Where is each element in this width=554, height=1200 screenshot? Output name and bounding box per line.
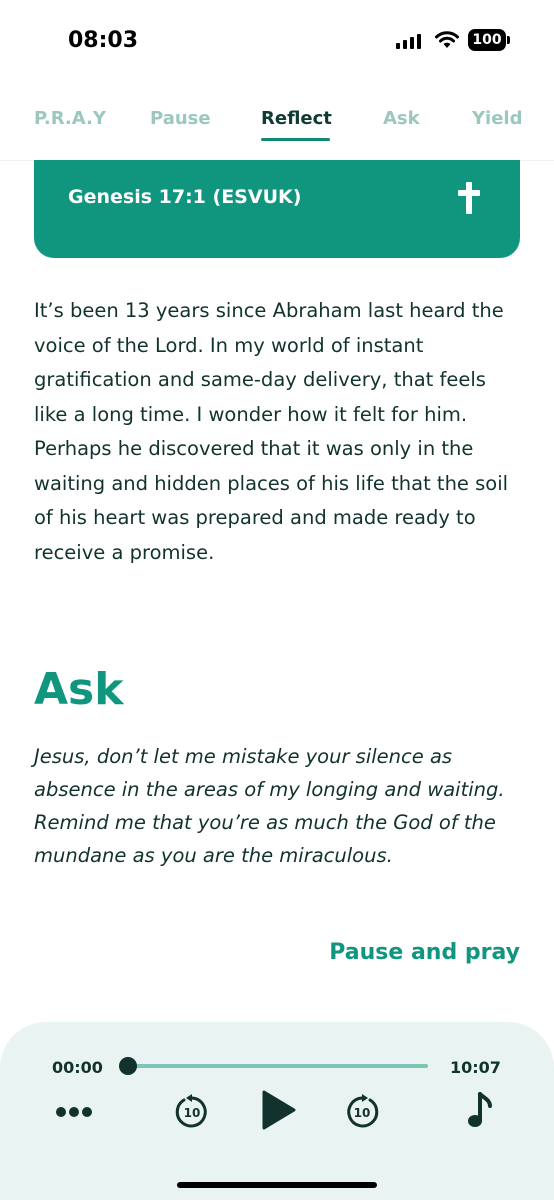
home-indicator bbox=[177, 1182, 377, 1188]
rewind-10-icon[interactable]: 10 bbox=[174, 1094, 210, 1130]
play-icon[interactable] bbox=[262, 1090, 296, 1130]
reflection-paragraph: It’s been 13 years since Abraham last he… bbox=[34, 299, 509, 564]
active-tab-indicator bbox=[261, 138, 330, 141]
battery-level: 100 bbox=[472, 32, 502, 48]
tab-yield[interactable]: Yield bbox=[472, 108, 522, 129]
battery-tip bbox=[507, 36, 510, 44]
clock: 08:03 bbox=[68, 28, 139, 53]
wifi-icon bbox=[435, 31, 459, 48]
duration: 10:07 bbox=[450, 1058, 501, 1077]
pause-and-pray-link[interactable]: Pause and pray bbox=[329, 940, 520, 965]
progress-track[interactable] bbox=[128, 1064, 428, 1068]
progress-knob[interactable] bbox=[119, 1057, 137, 1075]
scripture-reference: Genesis 17:1 (ESVUK) bbox=[68, 186, 302, 208]
tab-pause[interactable]: Pause bbox=[150, 108, 211, 129]
section-tabs: P.R.A.Y Pause Reflect Ask Yield bbox=[0, 80, 554, 161]
scripture-card[interactable]: Genesis 17:1 (ESVUK) bbox=[34, 160, 520, 258]
forward-seconds-label: 10 bbox=[354, 1106, 371, 1120]
audio-player: 00:00 10:07 10 10 bbox=[0, 1022, 554, 1200]
forward-10-icon[interactable]: 10 bbox=[344, 1094, 380, 1130]
music-note-icon[interactable] bbox=[466, 1092, 494, 1130]
tab-ask[interactable]: Ask bbox=[383, 108, 420, 129]
ask-prayer-text: Jesus, don’t let me mistake your silence… bbox=[34, 745, 505, 867]
cross-icon bbox=[458, 182, 480, 214]
tab-pray[interactable]: P.R.A.Y bbox=[34, 108, 106, 129]
tab-reflect[interactable]: Reflect bbox=[261, 108, 332, 129]
current-time: 00:00 bbox=[52, 1058, 103, 1077]
rewind-seconds-label: 10 bbox=[184, 1106, 201, 1120]
battery-icon: 100 bbox=[468, 29, 506, 51]
cellular-signal-icon bbox=[396, 34, 421, 49]
ask-heading: Ask bbox=[34, 664, 124, 715]
more-options-icon[interactable] bbox=[56, 1106, 92, 1118]
status-bar: 08:03 100 bbox=[0, 0, 554, 80]
